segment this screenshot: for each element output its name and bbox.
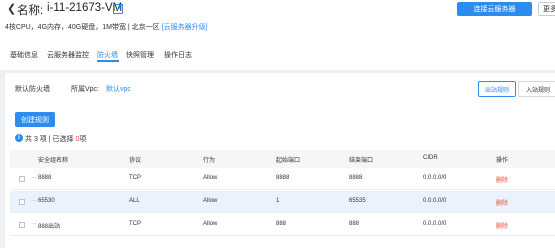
instance-header: ❮ 名称: i-11-21673-VM 连接云服务器 更多 4核CPU，4G内存… <box>0 0 555 70</box>
table-row: … 888出站 TCP Allow 888 888 0.0.0.0/0 删除 <box>10 214 555 236</box>
table-row: … 8888 TCP Allow 8888 8888 0.0.0.0/0 删除 <box>10 168 555 190</box>
vpc-link[interactable]: 默认vpc <box>106 84 131 94</box>
col-start-port[interactable]: 起始端口 <box>276 155 300 164</box>
col-action[interactable]: 行为 <box>203 155 215 164</box>
col-name[interactable]: 安全组名称 <box>38 155 68 164</box>
cell-start-port: 888 <box>276 221 287 227</box>
col-operation: 操作 <box>496 158 509 164</box>
instance-specs: 4核CPU，4G内存，40G硬盘，1M带宽 | 北京一区 [云服务器升级] <box>5 22 208 32</box>
row-more-icon[interactable]: … <box>31 197 37 203</box>
tab-bar: 基础信息 云服务器监控 防火墙 快照管理 操作日志 <box>0 46 555 64</box>
selection-summary: 共 3 项 | 已选择 0项 <box>25 134 86 144</box>
inbound-rules-tab[interactable]: 入站规则 <box>518 81 555 97</box>
tab-monitoring[interactable]: 云服务器监控 <box>47 50 89 60</box>
row-checkbox[interactable] <box>19 199 25 205</box>
vpc-label: 所属Vpc: <box>71 86 100 93</box>
more-button[interactable]: 更多 <box>538 2 555 16</box>
create-rule-button[interactable]: 创建规则 <box>15 112 55 127</box>
specs-text: 4核CPU，4G内存，40G硬盘，1M带宽 | 北京一区 <box>5 24 162 31</box>
instance-name: i-11-21673-VM <box>47 2 123 14</box>
cell-name: 65530 <box>38 198 55 204</box>
table-header: 安全组名称 协议 行为 起始端口 结束端口 CIDR 操作 <box>10 150 555 168</box>
back-chevron-icon[interactable]: ❮ <box>7 2 16 15</box>
upgrade-link[interactable]: [云服务器升级] <box>162 24 208 31</box>
info-icon: i <box>15 134 23 142</box>
cell-action: Allow <box>203 198 218 204</box>
cell-name: 888出站 <box>38 224 61 230</box>
cell-end-port: 8888 <box>349 175 363 181</box>
delete-link[interactable]: 删除 <box>496 175 508 184</box>
col-protocol[interactable]: 协议 <box>129 155 141 164</box>
row-checkbox[interactable] <box>19 176 25 182</box>
cell-protocol: ALL <box>129 198 140 204</box>
col-end-port[interactable]: 结束端口 <box>349 155 373 164</box>
cell-cidr: 0.0.0.0/0 <box>423 198 447 204</box>
cell-protocol: TCP <box>129 221 141 227</box>
summary-suffix: 项 <box>79 136 87 143</box>
outbound-rules-tab[interactable]: 出站规则 <box>478 81 516 97</box>
default-firewall-label: 默认防火墙 <box>15 86 50 93</box>
table-row: … 65530 ALL Allow 1 65535 0.0.0.0/0 删除 <box>10 191 555 213</box>
edit-icon[interactable] <box>113 4 123 14</box>
cell-name: 8888 <box>38 175 52 181</box>
row-more-icon[interactable]: … <box>31 174 37 180</box>
delete-link[interactable]: 删除 <box>496 221 508 230</box>
tab-snapshots[interactable]: 快照管理 <box>126 50 154 60</box>
row-checkbox[interactable] <box>19 222 25 228</box>
delete-link[interactable]: 删除 <box>496 198 508 207</box>
col-cidr[interactable]: CIDR <box>423 155 438 161</box>
title-label: 名称: <box>17 5 44 17</box>
active-tab-indicator <box>97 60 119 62</box>
summary-prefix: 共 3 项 | 已选择 <box>25 136 76 143</box>
cell-cidr: 0.0.0.0/0 <box>423 221 447 227</box>
firewall-panel: 默认防火墙 所属Vpc: 默认vpc 出站规则 入站规则 创建规则 i 共 3 … <box>5 73 555 248</box>
cell-end-port: 65535 <box>349 198 366 204</box>
tab-basic-info[interactable]: 基础信息 <box>10 50 38 60</box>
tab-operation-log[interactable]: 操作日志 <box>164 50 192 60</box>
cell-action: Allow <box>203 175 218 181</box>
cell-end-port: 888 <box>349 221 360 227</box>
cell-start-port: 1 <box>276 198 280 204</box>
cell-protocol: TCP <box>129 175 141 181</box>
cell-action: Allow <box>203 221 218 227</box>
connect-server-button[interactable]: 连接云服务器 <box>457 2 532 16</box>
cell-start-port: 8888 <box>276 175 290 181</box>
tab-firewall[interactable]: 防火墙 <box>97 50 118 60</box>
cell-cidr: 0.0.0.0/0 <box>423 175 447 181</box>
row-more-icon[interactable]: … <box>31 220 37 226</box>
